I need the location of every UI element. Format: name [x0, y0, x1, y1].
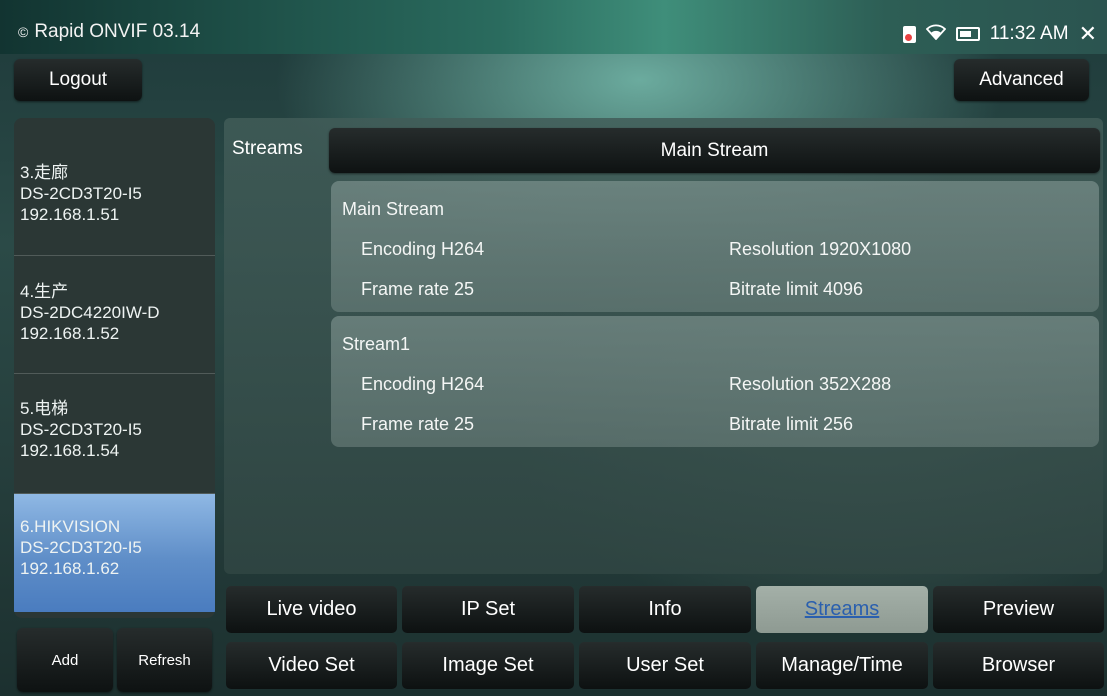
- tab-image-set[interactable]: Image Set: [402, 642, 574, 689]
- device-ip: 192.168.1.51: [20, 205, 120, 224]
- stream-card-stream1: Stream1 Encoding H264 Frame rate 25 Reso…: [331, 316, 1099, 447]
- device-model: DS-2CD3T20-I5: [20, 420, 142, 439]
- clock-time: 11:32 AM: [989, 23, 1069, 44]
- battery-icon: [955, 27, 980, 41]
- status-icons: 11:32 AM ✕: [902, 21, 1097, 47]
- device-list[interactable]: 3.走廊 DS-2CD3T20-I5 192.168.1.51 4.生产 DS-…: [14, 118, 215, 618]
- bitrate-value: Bitrate limit 256: [729, 414, 854, 434]
- close-icon[interactable]: ✕: [1079, 21, 1097, 47]
- device-model: DS-2CD3T20-I5: [20, 184, 142, 203]
- app-title: © Rapid ONVIF 03.14: [18, 21, 200, 43]
- tab-ip-set[interactable]: IP Set: [402, 586, 574, 633]
- device-ip: 192.168.1.62: [20, 559, 120, 578]
- device-name: 3.走廊: [20, 163, 69, 182]
- device-item-4[interactable]: 4.生产 DS-2DC4220IW-D 192.168.1.52: [14, 256, 215, 374]
- encoding-value: Encoding H264: [361, 239, 485, 259]
- device-name: 6.HIKVISION: [20, 517, 121, 536]
- frame-rate-value: Frame rate 25: [361, 279, 475, 299]
- device-item-3[interactable]: 3.走廊 DS-2CD3T20-I5 192.168.1.51: [14, 138, 215, 256]
- streams-label: Streams: [232, 138, 303, 159]
- copyright-icon: ©: [18, 24, 29, 40]
- app-title-text: Rapid ONVIF 03.14: [34, 21, 201, 42]
- tab-video-set[interactable]: Video Set: [226, 642, 397, 689]
- encoding-value: Encoding H264: [361, 374, 485, 394]
- stream-selector[interactable]: Main Stream: [329, 128, 1100, 173]
- stream-card-title: Main Stream: [342, 199, 445, 219]
- device-model: DS-2DC4220IW-D: [20, 303, 160, 322]
- status-bar: © Rapid ONVIF 03.14 11:32 AM ✕: [0, 0, 1107, 54]
- bitrate-value: Bitrate limit 4096: [729, 279, 864, 299]
- device-item-6-selected[interactable]: 6.HIKVISION DS-2CD3T20-I5 192.168.1.62: [14, 494, 215, 612]
- stream-card-title: Stream1: [342, 334, 411, 354]
- frame-rate-value: Frame rate 25: [361, 414, 475, 434]
- device-name: 5.电梯: [20, 399, 69, 418]
- device-ip: 192.168.1.54: [20, 441, 120, 460]
- tab-streams[interactable]: Streams: [756, 586, 928, 633]
- wifi-icon: [925, 24, 946, 45]
- advanced-button[interactable]: Advanced: [954, 59, 1089, 101]
- tab-preview[interactable]: Preview: [933, 586, 1104, 633]
- tab-live-video[interactable]: Live video: [226, 586, 397, 633]
- device-ip: 192.168.1.52: [20, 324, 120, 343]
- tab-user-set[interactable]: User Set: [579, 642, 751, 689]
- tab-browser[interactable]: Browser: [933, 642, 1104, 689]
- resolution-value: Resolution 352X288: [729, 374, 892, 394]
- add-device-button[interactable]: Add: [17, 628, 113, 692]
- stream-card-main: Main Stream Encoding H264 Frame rate 25 …: [331, 181, 1099, 312]
- resolution-value: Resolution 1920X1080: [729, 239, 912, 259]
- logout-button[interactable]: Logout: [14, 59, 142, 101]
- tab-manage-time[interactable]: Manage/Time: [756, 642, 928, 689]
- sd-card-icon: [902, 25, 916, 43]
- device-model: DS-2CD3T20-I5: [20, 538, 142, 557]
- device-item-5[interactable]: 5.电梯 DS-2CD3T20-I5 192.168.1.54: [14, 376, 215, 494]
- device-name: 4.生产: [20, 282, 69, 301]
- refresh-button[interactable]: Refresh: [117, 628, 212, 692]
- tab-info[interactable]: Info: [579, 586, 751, 633]
